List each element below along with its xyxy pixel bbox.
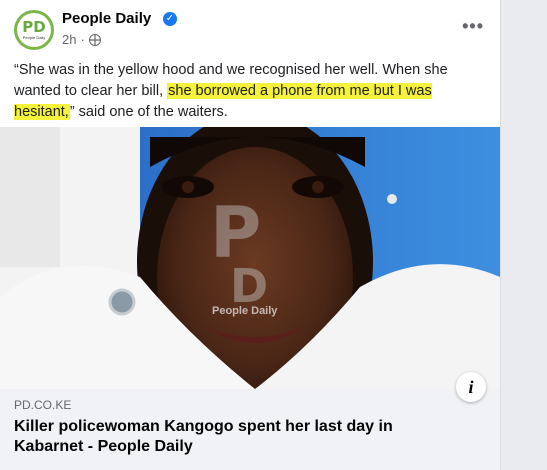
verified-badge-icon: ✓ bbox=[163, 12, 177, 26]
link-preview[interactable]: PD.CO.KE Killer policewoman Kangogo spen… bbox=[0, 389, 500, 470]
page-name[interactable]: People Daily bbox=[62, 10, 151, 27]
avatar-sub-text: People Daily bbox=[22, 35, 46, 40]
meta-separator: · bbox=[80, 32, 85, 47]
page-background bbox=[501, 0, 547, 470]
facebook-post-card: PD People Daily People Daily ✓ 2h · ••• … bbox=[0, 0, 501, 470]
globe-icon bbox=[88, 33, 101, 46]
avatar-logo-text: PD bbox=[22, 18, 46, 36]
link-title[interactable]: Killer policewoman Kangogo spent her las… bbox=[14, 417, 454, 457]
photo-watermark-text: People Daily bbox=[212, 305, 278, 317]
post-text: “She was in the yellow hood and we recog… bbox=[14, 60, 486, 123]
more-options-icon[interactable]: ••• bbox=[462, 16, 484, 37]
avatar-logo-badge: PD People Daily bbox=[17, 13, 51, 47]
post-text-part2: ” said one of the waiters. bbox=[69, 104, 228, 120]
post-header: PD People Daily People Daily ✓ 2h · ••• bbox=[14, 8, 494, 52]
post-time[interactable]: 2h bbox=[62, 32, 76, 47]
info-icon[interactable]: i bbox=[456, 372, 486, 402]
post-meta: 2h · bbox=[62, 32, 101, 47]
portrait-photo: P D bbox=[0, 127, 500, 389]
link-domain: PD.CO.KE bbox=[14, 398, 72, 412]
post-photo[interactable]: P D PD People Daily bbox=[0, 127, 500, 389]
page-avatar[interactable]: PD People Daily bbox=[14, 10, 54, 50]
